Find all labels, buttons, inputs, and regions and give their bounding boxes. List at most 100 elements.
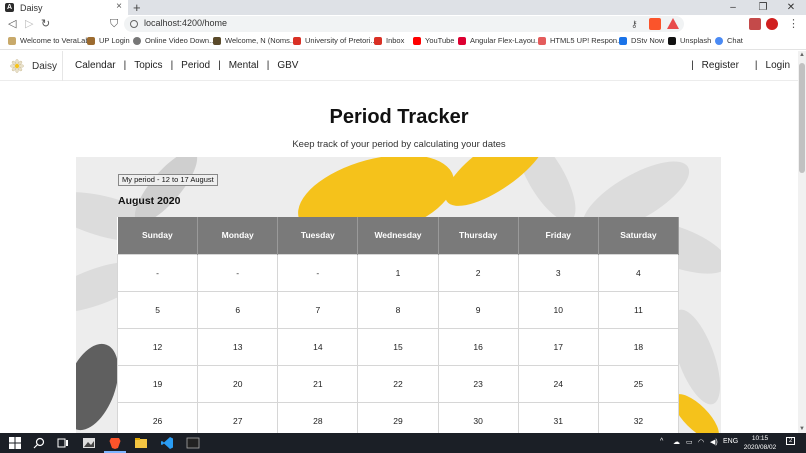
bookmark-item[interactable]: Welcome to VeraLab xyxy=(8,36,90,45)
bookmark-item[interactable]: Online Video Down... xyxy=(133,36,215,45)
register-link[interactable]: Register xyxy=(702,60,739,71)
close-window-button[interactable]: ✕ xyxy=(776,0,806,15)
nav-gbv[interactable]: GBV xyxy=(277,60,298,71)
calendar-day-cell[interactable]: 20 xyxy=(197,364,279,403)
calendar-day-cell[interactable]: 23 xyxy=(437,364,519,403)
nav-mental[interactable]: Mental xyxy=(229,60,259,71)
bookmark-item[interactable]: Inbox xyxy=(374,36,404,45)
calendar-day-cell[interactable]: 13 xyxy=(197,327,279,366)
bookmark-item[interactable]: HTML5 UP! Respon... xyxy=(538,36,623,45)
tab-title: Daisy xyxy=(20,2,43,13)
calendar-day-cell[interactable]: 30 xyxy=(437,401,519,433)
bookmark-item[interactable]: Angular Flex-Layou... xyxy=(458,36,541,45)
brave-browser-icon[interactable] xyxy=(108,436,122,450)
system-clock[interactable]: 10:15 2020/08/02 xyxy=(740,434,780,452)
nav-period[interactable]: Period xyxy=(181,60,210,71)
calendar-day-cell[interactable]: 12 xyxy=(116,327,199,366)
show-hidden-icons-icon[interactable]: ^ xyxy=(660,438,663,445)
calendar-day-cell[interactable]: 14 xyxy=(277,327,359,366)
bookmark-item[interactable]: Unsplash xyxy=(668,36,711,45)
calendar-day-cell[interactable]: 4 xyxy=(597,253,680,292)
scrollbar-thumb[interactable] xyxy=(799,63,805,173)
calendar-day-cell[interactable]: 19 xyxy=(116,364,199,403)
calendar-day-cell[interactable]: 2 xyxy=(437,253,519,292)
new-tab-button[interactable]: + xyxy=(133,0,141,15)
veralab-icon xyxy=(8,36,16,45)
calendar-week-row: 5 6 7 8 9 10 11 xyxy=(116,290,680,329)
opera-extension-icon[interactable] xyxy=(766,18,778,30)
calendar-day-cell[interactable]: 7 xyxy=(277,290,359,329)
bookmark-item[interactable]: University of Pretori... xyxy=(293,36,377,45)
windows-start-icon[interactable] xyxy=(8,436,22,450)
calendar-day-cell[interactable]: - xyxy=(116,253,199,292)
bookmark-item[interactable]: Welcome, N (Noms... xyxy=(213,36,296,45)
calendar-day-cell[interactable]: 16 xyxy=(437,327,519,366)
calendar-day-cell[interactable]: 8 xyxy=(357,290,439,329)
calendar-day-cell[interactable]: 18 xyxy=(597,327,680,366)
calendar-day-cell[interactable]: 25 xyxy=(597,364,680,403)
brand[interactable]: Daisy xyxy=(10,59,57,73)
forward-arrow-icon[interactable]: ▷ xyxy=(25,16,33,32)
url-text[interactable]: localhost:4200/home xyxy=(144,18,227,28)
calendar-day-cell[interactable]: 21 xyxy=(277,364,359,403)
extension-icon[interactable] xyxy=(749,18,761,30)
calendar-day-cell[interactable]: 1 xyxy=(357,253,439,292)
battery-icon[interactable]: ▭ xyxy=(686,438,693,446)
address-bar[interactable]: localhost:4200/home xyxy=(124,16,684,32)
calendar-day-cell[interactable]: 27 xyxy=(197,401,279,433)
calendar-day-cell[interactable]: 26 xyxy=(116,401,199,433)
reload-icon[interactable]: ↻ xyxy=(41,16,50,32)
calendar-day-cell[interactable]: 29 xyxy=(357,401,439,433)
calendar-day-cell[interactable]: 32 xyxy=(597,401,680,433)
calendar-day-cell[interactable]: - xyxy=(277,253,359,292)
menu-dots-icon[interactable]: ⋮ xyxy=(788,16,799,32)
scroll-up-icon[interactable]: ▲ xyxy=(799,52,805,58)
calendar-day-cell[interactable]: 5 xyxy=(116,290,199,329)
bookmark-item[interactable]: DStv Now xyxy=(619,36,664,45)
task-view-icon[interactable] xyxy=(56,436,70,450)
calendar-day-cell[interactable]: 9 xyxy=(437,290,519,329)
calendar-day-cell[interactable]: 22 xyxy=(357,364,439,403)
site-info-icon[interactable] xyxy=(130,20,138,28)
calendar-day-cell[interactable]: 31 xyxy=(517,401,599,433)
wifi-icon[interactable]: ◠ xyxy=(698,438,704,446)
calendar-day-cell[interactable]: 3 xyxy=(517,253,599,292)
calendar-day-cell[interactable]: 11 xyxy=(597,290,680,329)
page-subtitle: Keep track of your period by calculating… xyxy=(292,139,506,150)
bookmark-page-icon[interactable]: ⛉ xyxy=(110,16,118,32)
brave-rewards-icon[interactable] xyxy=(667,18,679,29)
restore-button[interactable]: ❐ xyxy=(748,0,778,15)
calendar-day-cell[interactable]: 28 xyxy=(277,401,359,433)
calendar-day-cell[interactable]: 17 xyxy=(517,327,599,366)
vscode-icon[interactable] xyxy=(160,436,174,450)
key-icon[interactable]: ⚷ xyxy=(631,16,638,32)
notifications-icon[interactable]: 2 xyxy=(786,437,796,445)
calendar-day-cell[interactable]: 6 xyxy=(197,290,279,329)
volume-icon[interactable]: ◀) xyxy=(710,438,718,446)
brave-shield-icon[interactable] xyxy=(649,18,661,30)
photos-app-icon[interactable] xyxy=(82,436,96,450)
page-scrollbar[interactable]: ▲ ▼ xyxy=(798,51,806,433)
close-tab-icon[interactable]: × xyxy=(116,1,122,12)
bookmark-item[interactable]: Chat xyxy=(715,36,743,45)
onedrive-icon[interactable]: ☁ xyxy=(673,438,680,446)
gmail-icon xyxy=(374,36,382,45)
browser-tab[interactable]: A Daisy × xyxy=(0,0,128,15)
calendar-day-cell[interactable]: 15 xyxy=(357,327,439,366)
calendar-day-cell[interactable]: - xyxy=(197,253,279,292)
bookmark-item[interactable]: UP Login xyxy=(87,36,130,45)
bookmark-item[interactable]: YouTube xyxy=(413,36,454,45)
search-icon[interactable] xyxy=(32,436,46,450)
scroll-down-icon[interactable]: ▼ xyxy=(799,426,805,432)
language-indicator[interactable]: ENG xyxy=(723,438,738,445)
file-explorer-icon[interactable] xyxy=(134,436,148,450)
nav-topics[interactable]: Topics xyxy=(134,60,162,71)
terminal-icon[interactable] xyxy=(186,436,200,450)
minimize-button[interactable]: – xyxy=(718,0,748,15)
login-link[interactable]: Login xyxy=(766,60,790,71)
calendar-day-cell[interactable]: 10 xyxy=(517,290,599,329)
period-range-chip[interactable]: My period - 12 to 17 August xyxy=(118,174,218,186)
calendar-day-cell[interactable]: 24 xyxy=(517,364,599,403)
back-arrow-icon[interactable]: ◁ xyxy=(8,16,16,32)
nav-calendar[interactable]: Calendar xyxy=(75,60,116,71)
